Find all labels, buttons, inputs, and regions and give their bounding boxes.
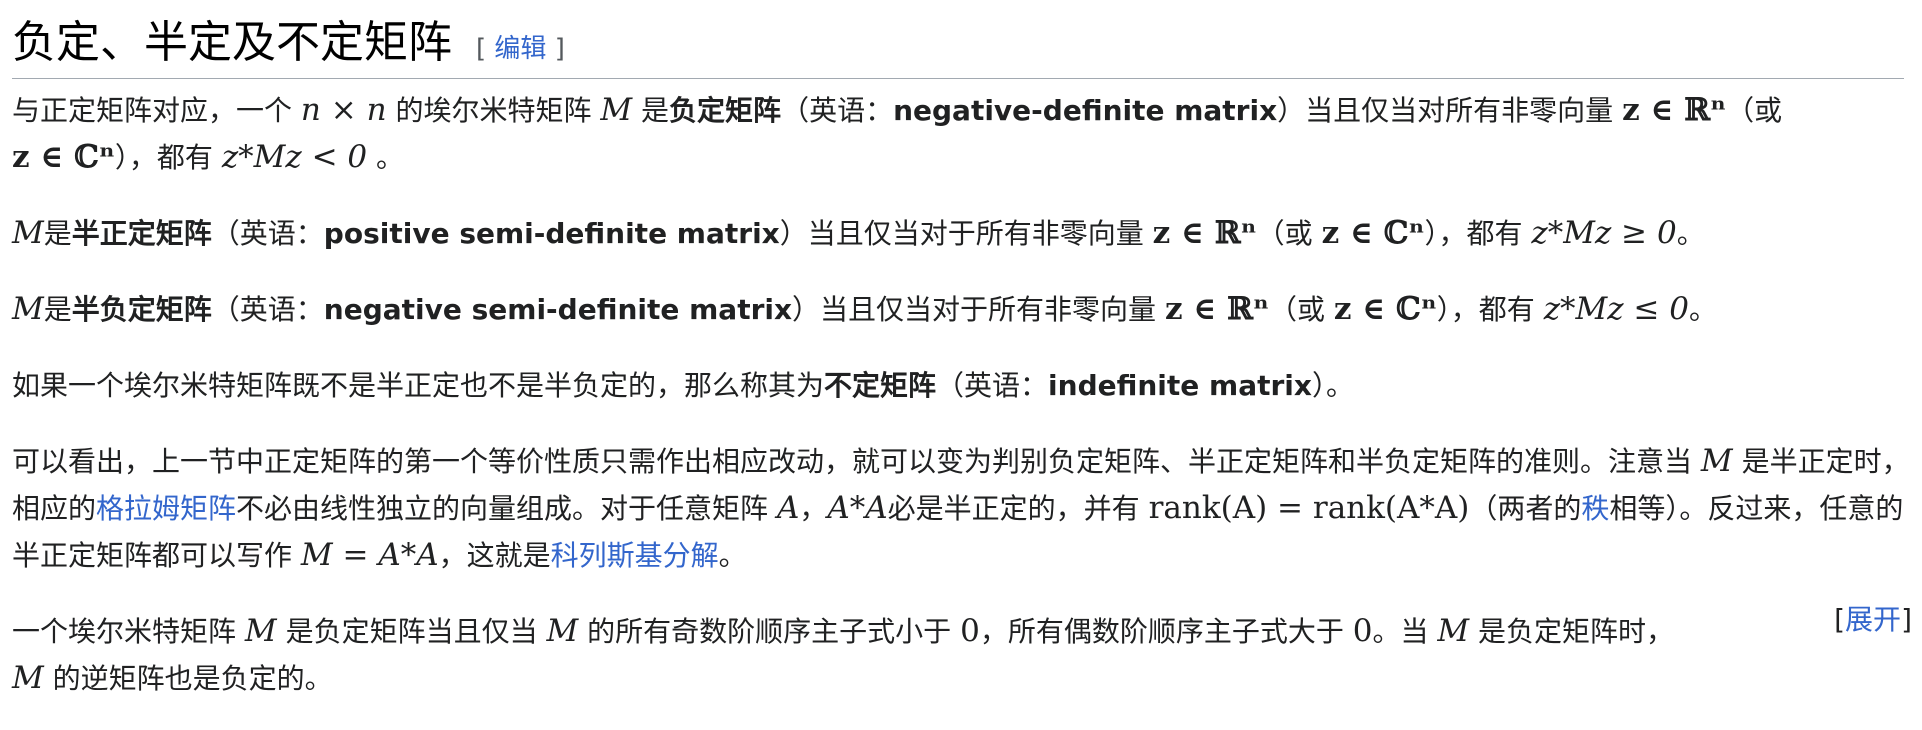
text: （或 — [1268, 293, 1325, 326]
text: 的所有奇数阶顺序主子式小于 — [587, 615, 952, 648]
term-english: indefinite matrix — [1048, 369, 1312, 402]
text: （英语： — [936, 369, 1049, 402]
math-z-in-Rn: z ∈ ℝⁿ — [1152, 215, 1257, 251]
paragraph-indefinite: 如果一个埃尔米特矩阵既不是半正定也不是半负定的，那么称其为不定矩阵（英语：ind… — [12, 362, 1912, 409]
math-M: M — [12, 291, 44, 327]
text: ）。 — [1311, 369, 1354, 402]
math-condition: z*Mz ≤ 0 — [1543, 291, 1690, 327]
math-A: A — [776, 490, 800, 526]
text: （英语： — [211, 217, 324, 250]
term-english: negative-definite matrix — [893, 94, 1278, 127]
text: 与正定矩阵对应，一个 — [12, 94, 293, 127]
text: 。 — [376, 141, 405, 174]
math-M: M — [600, 92, 633, 128]
math-rank-equality: rank(A) = rank(A*A) — [1148, 490, 1470, 526]
text: ， — [799, 492, 828, 525]
text: 是负定矩阵时， — [1478, 615, 1675, 648]
text: ），都有 — [1436, 293, 1535, 326]
text: ）当且仅当对于所有非零向量 — [792, 293, 1157, 326]
math-n-by-n: n × n — [300, 92, 387, 128]
math-z-in-Rn: z ∈ ℝⁿ — [1622, 92, 1727, 128]
math-M: M — [1700, 443, 1733, 479]
text: ，所有偶数阶顺序主子式大于 — [979, 615, 1344, 648]
text: 。 — [1689, 293, 1718, 326]
text: 。当 — [1372, 615, 1429, 648]
text: 可以看出，上一节中正定矩阵的第一个等价性质只需作出相应改动，就可以变为判别负定矩… — [12, 445, 1693, 478]
edit-bracket-open: [ — [476, 34, 487, 64]
term-positive-semidefinite: 半正定矩阵 — [71, 217, 212, 250]
paragraph-positive-semidefinite: M是半正定矩阵（英语：positive semi-definite matrix… — [12, 210, 1912, 257]
math-M: M — [12, 215, 44, 251]
link-gram-matrix[interactable]: 格拉姆矩阵 — [96, 492, 236, 525]
text: （或 — [1256, 217, 1313, 250]
expand-bracket-close: ] — [1901, 603, 1912, 636]
edit-link[interactable]: 编辑 — [494, 34, 546, 64]
expand-button[interactable]: 展开 — [1845, 603, 1901, 636]
term-indefinite: 不定矩阵 — [824, 369, 937, 402]
math-zero: 0 — [1352, 613, 1373, 649]
term-negative-semidefinite: 半负定矩阵 — [71, 293, 212, 326]
text: ），都有 — [1424, 217, 1523, 250]
text: （两者的 — [1469, 492, 1582, 525]
math-zero: 0 — [960, 613, 980, 649]
text: 一个埃尔米特矩阵 — [12, 615, 237, 648]
term-negative-definite: 负定矩阵 — [669, 94, 782, 127]
math-z-in-Cn: z ∈ ℂⁿ — [12, 139, 115, 175]
text: 不必由线性独立的向量组成。对于任意矩阵 — [236, 492, 769, 525]
text: 。 — [1676, 217, 1705, 250]
link-rank[interactable]: 秩 — [1581, 492, 1609, 525]
edit-section: [ 编辑 ] — [476, 28, 565, 65]
math-AstarA: A*A — [827, 490, 888, 526]
text: （英语： — [781, 94, 894, 127]
link-cholesky[interactable]: 科列斯基分解 — [551, 539, 719, 572]
text: 的埃尔米特矩阵 — [395, 94, 592, 127]
math-condition: z*Mz < 0 — [221, 139, 368, 175]
text: ）当且仅当对于所有非零向量 — [779, 217, 1144, 250]
text: （或 — [1726, 94, 1783, 127]
text: 必是半正定的，并有 — [887, 492, 1140, 525]
expand-toggle: [展开] — [1834, 596, 1912, 643]
text: 如果一个埃尔米特矩阵既不是半正定也不是半负定的，那么称其为 — [12, 369, 825, 402]
math-z-in-Cn: z ∈ ℂⁿ — [1321, 215, 1425, 251]
text: ），都有 — [114, 141, 213, 174]
math-M: M — [1437, 613, 1470, 649]
text: 是 — [43, 293, 72, 326]
text: 是 — [43, 217, 72, 250]
math-z-in-Rn: z ∈ ℝⁿ — [1164, 291, 1269, 327]
edit-bracket-close: ] — [554, 34, 565, 64]
paragraph-negative-definite: 与正定矩阵对应，一个 n × n 的埃尔米特矩阵 M 是负定矩阵（英语：nega… — [12, 87, 1912, 181]
section-title: 负定、半定及不定矩阵 — [12, 17, 452, 68]
text: （英语： — [211, 293, 324, 326]
math-M: M — [244, 613, 277, 649]
paragraph-criteria: 可以看出，上一节中正定矩阵的第一个等价性质只需作出相应改动，就可以变为判别负定矩… — [12, 438, 1912, 579]
paragraph-negative-semidefinite: M是半负定矩阵（英语：negative semi-definite matrix… — [12, 286, 1912, 333]
text: ）当且仅当对所有非零向量 — [1277, 94, 1614, 127]
text: 的逆矩阵也是负定的。 — [52, 662, 333, 695]
paragraph-principal-minors: [展开] 一个埃尔米特矩阵 M 是负定矩阵当且仅当 M 的所有奇数阶顺序主子式小… — [12, 603, 1912, 702]
math-M: M — [546, 613, 579, 649]
article-section: 负定、半定及不定矩阵 [ 编辑 ] 与正定矩阵对应，一个 n × n 的埃尔米特… — [0, 0, 1922, 702]
term-english: positive semi-definite matrix — [323, 217, 780, 250]
math-M: M — [12, 660, 44, 696]
math-z-in-Cn: z ∈ ℂⁿ — [1333, 291, 1437, 327]
text: 是 — [641, 94, 670, 127]
math-condition: z*Mz ≥ 0 — [1531, 215, 1677, 251]
text: 是负定矩阵当且仅当 — [285, 615, 538, 648]
text: 。 — [718, 539, 747, 572]
expand-bracket-open: [ — [1834, 603, 1846, 636]
section-heading: 负定、半定及不定矩阵 [ 编辑 ] — [12, 0, 1904, 79]
text: ，这就是 — [438, 539, 551, 572]
term-english: negative semi-definite matrix — [323, 293, 793, 326]
math-M-equals-AstarA: M = A*A — [300, 537, 439, 573]
